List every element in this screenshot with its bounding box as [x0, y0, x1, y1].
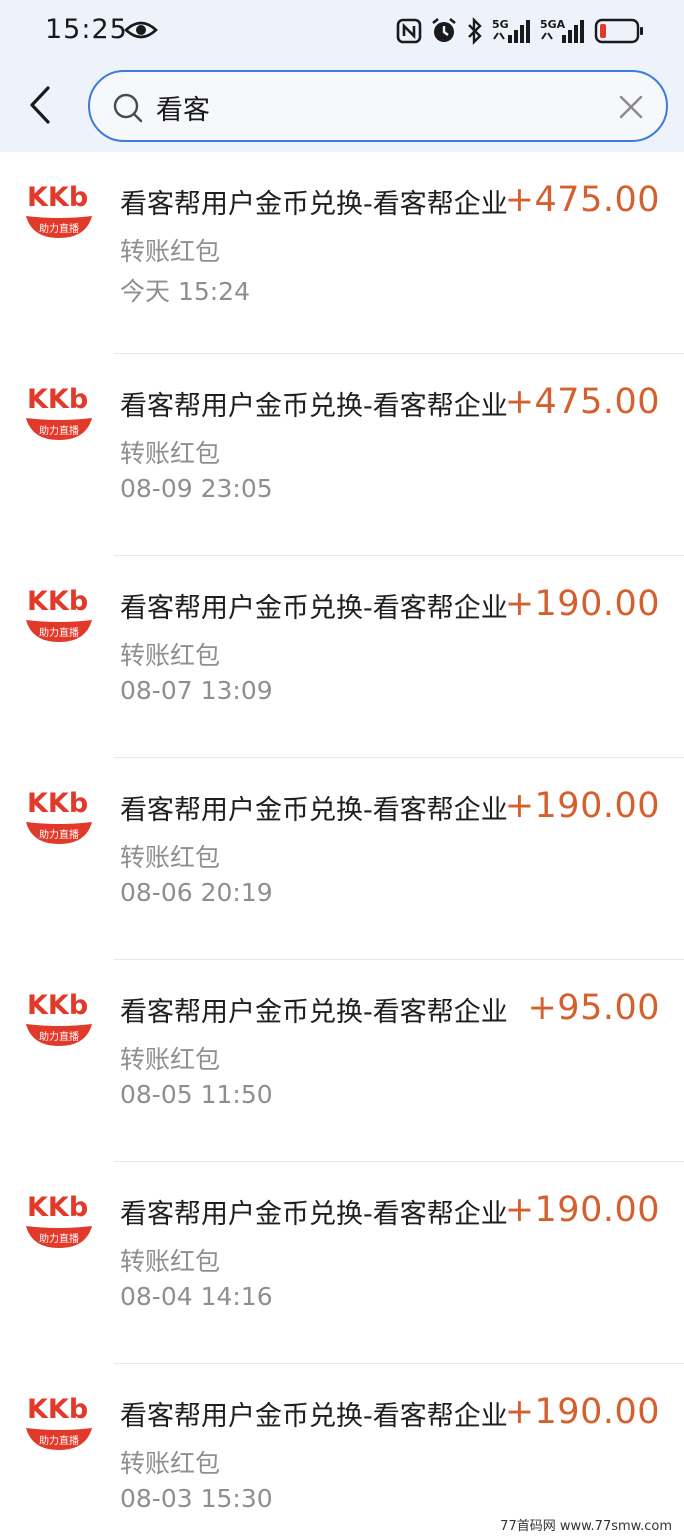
watermark: 77首码网 www.77smw.com	[500, 1519, 672, 1534]
header-area: 15:25 5G 5GA 看客	[0, 0, 684, 152]
svg-text:助力直播: 助力直播	[39, 1434, 79, 1447]
item-subtitle: 转账红包	[120, 1247, 221, 1276]
search-icon	[113, 93, 143, 123]
status-icons: 5G 5GA	[396, 14, 644, 48]
item-title: 看客帮用户金币兑换-看客帮企业	[120, 1401, 508, 1432]
kkb-logo-icon: KKb 助力直播	[26, 788, 92, 844]
svg-text:5GA: 5GA	[540, 18, 566, 31]
close-icon[interactable]	[618, 94, 644, 120]
item-amount: +95.00	[527, 988, 660, 1028]
svg-text:KKb: KKb	[27, 182, 88, 213]
list-item[interactable]: KKb 助力直播 看客帮用户金币兑换-看客帮企业 转账红包 08-05 11:5…	[0, 960, 684, 1162]
item-amount: +190.00	[504, 786, 660, 826]
search-bar-row	[0, 66, 684, 146]
item-subtitle: 转账红包	[120, 1045, 221, 1074]
transaction-list: KKb 助力直播 看客帮用户金币兑换-看客帮企业 转账红包 今天 15:24 +…	[0, 152, 684, 1538]
svg-text:KKb: KKb	[27, 1192, 88, 1223]
list-item[interactable]: KKb 助力直播 看客帮用户金币兑换-看客帮企业 转账红包 08-03 15:3…	[0, 1364, 684, 1538]
item-amount: +190.00	[504, 584, 660, 624]
svg-text:5G: 5G	[492, 18, 509, 31]
svg-text:KKb: KKb	[27, 586, 88, 617]
kkb-logo-icon: KKb 助力直播	[26, 990, 92, 1046]
item-time: 08-03 15:30	[120, 1484, 273, 1513]
kkb-logo-icon: KKb 助力直播	[26, 1394, 92, 1450]
svg-text:KKb: KKb	[27, 990, 88, 1021]
item-time: 08-04 14:16	[120, 1282, 273, 1311]
item-subtitle: 转账红包	[120, 843, 221, 872]
status-time: 15:25	[45, 14, 128, 45]
item-time: 08-06 20:19	[120, 878, 273, 907]
kkb-logo-icon: KKb 助力直播	[26, 586, 92, 642]
item-title: 看客帮用户金币兑换-看客帮企业	[120, 189, 508, 220]
search-input[interactable]	[156, 84, 596, 130]
status-bar: 15:25 5G 5GA	[0, 0, 684, 62]
item-subtitle: 转账红包	[120, 439, 221, 468]
list-item[interactable]: KKb 助力直播 看客帮用户金币兑换-看客帮企业 转账红包 08-09 23:0…	[0, 354, 684, 556]
item-time: 08-09 23:05	[120, 474, 273, 503]
svg-text:助力直播: 助力直播	[39, 1232, 79, 1245]
svg-text:KKb: KKb	[27, 384, 88, 415]
item-amount: +190.00	[504, 1392, 660, 1432]
kkb-logo-icon: KKb 助力直播	[26, 182, 92, 238]
item-time: 08-07 13:09	[120, 676, 273, 705]
kkb-logo-icon: KKb 助力直播	[26, 1192, 92, 1248]
item-title: 看客帮用户金币兑换-看客帮企业	[120, 593, 508, 624]
back-button[interactable]	[22, 82, 58, 128]
item-subtitle: 转账红包	[120, 1449, 221, 1478]
svg-text:助力直播: 助力直播	[39, 424, 79, 437]
nfc-icon	[396, 18, 422, 44]
item-title: 看客帮用户金币兑换-看客帮企业	[120, 1199, 508, 1230]
battery-icon	[594, 18, 643, 44]
svg-text:助力直播: 助力直播	[39, 222, 79, 235]
svg-text:助力直播: 助力直播	[39, 1030, 79, 1043]
signal-icon: 5G	[492, 18, 530, 43]
item-time: 今天 15:24	[120, 277, 250, 306]
item-time: 08-05 11:50	[120, 1080, 273, 1109]
signal-2-icon: 5GA	[540, 18, 584, 43]
list-item[interactable]: KKb 助力直播 看客帮用户金币兑换-看客帮企业 转账红包 08-06 20:1…	[0, 758, 684, 960]
svg-text:KKb: KKb	[27, 1394, 88, 1425]
list-item[interactable]: KKb 助力直播 看客帮用户金币兑换-看客帮企业 转账红包 08-04 14:1…	[0, 1162, 684, 1364]
item-amount: +190.00	[504, 1190, 660, 1230]
list-item[interactable]: KKb 助力直播 看客帮用户金币兑换-看客帮企业 转账红包 08-07 13:0…	[0, 556, 684, 758]
search-box[interactable]	[88, 70, 668, 142]
item-title: 看客帮用户金币兑换-看客帮企业	[120, 391, 508, 422]
svg-text:助力直播: 助力直播	[39, 828, 79, 841]
alarm-icon	[432, 17, 456, 42]
item-subtitle: 转账红包	[120, 641, 221, 670]
item-title: 看客帮用户金币兑换-看客帮企业	[120, 997, 508, 1028]
chevron-left-icon	[30, 86, 50, 124]
item-title: 看客帮用户金币兑换-看客帮企业	[120, 795, 508, 826]
eye-icon	[124, 21, 158, 39]
item-amount: +475.00	[504, 180, 660, 220]
item-subtitle: 转账红包	[120, 237, 221, 266]
svg-text:KKb: KKb	[27, 788, 88, 819]
kkb-logo-icon: KKb 助力直播	[26, 384, 92, 440]
bluetooth-icon	[468, 17, 482, 45]
svg-text:助力直播: 助力直播	[39, 626, 79, 639]
list-item[interactable]: KKb 助力直播 看客帮用户金币兑换-看客帮企业 转账红包 今天 15:24 +…	[0, 152, 684, 354]
item-amount: +475.00	[504, 382, 660, 422]
